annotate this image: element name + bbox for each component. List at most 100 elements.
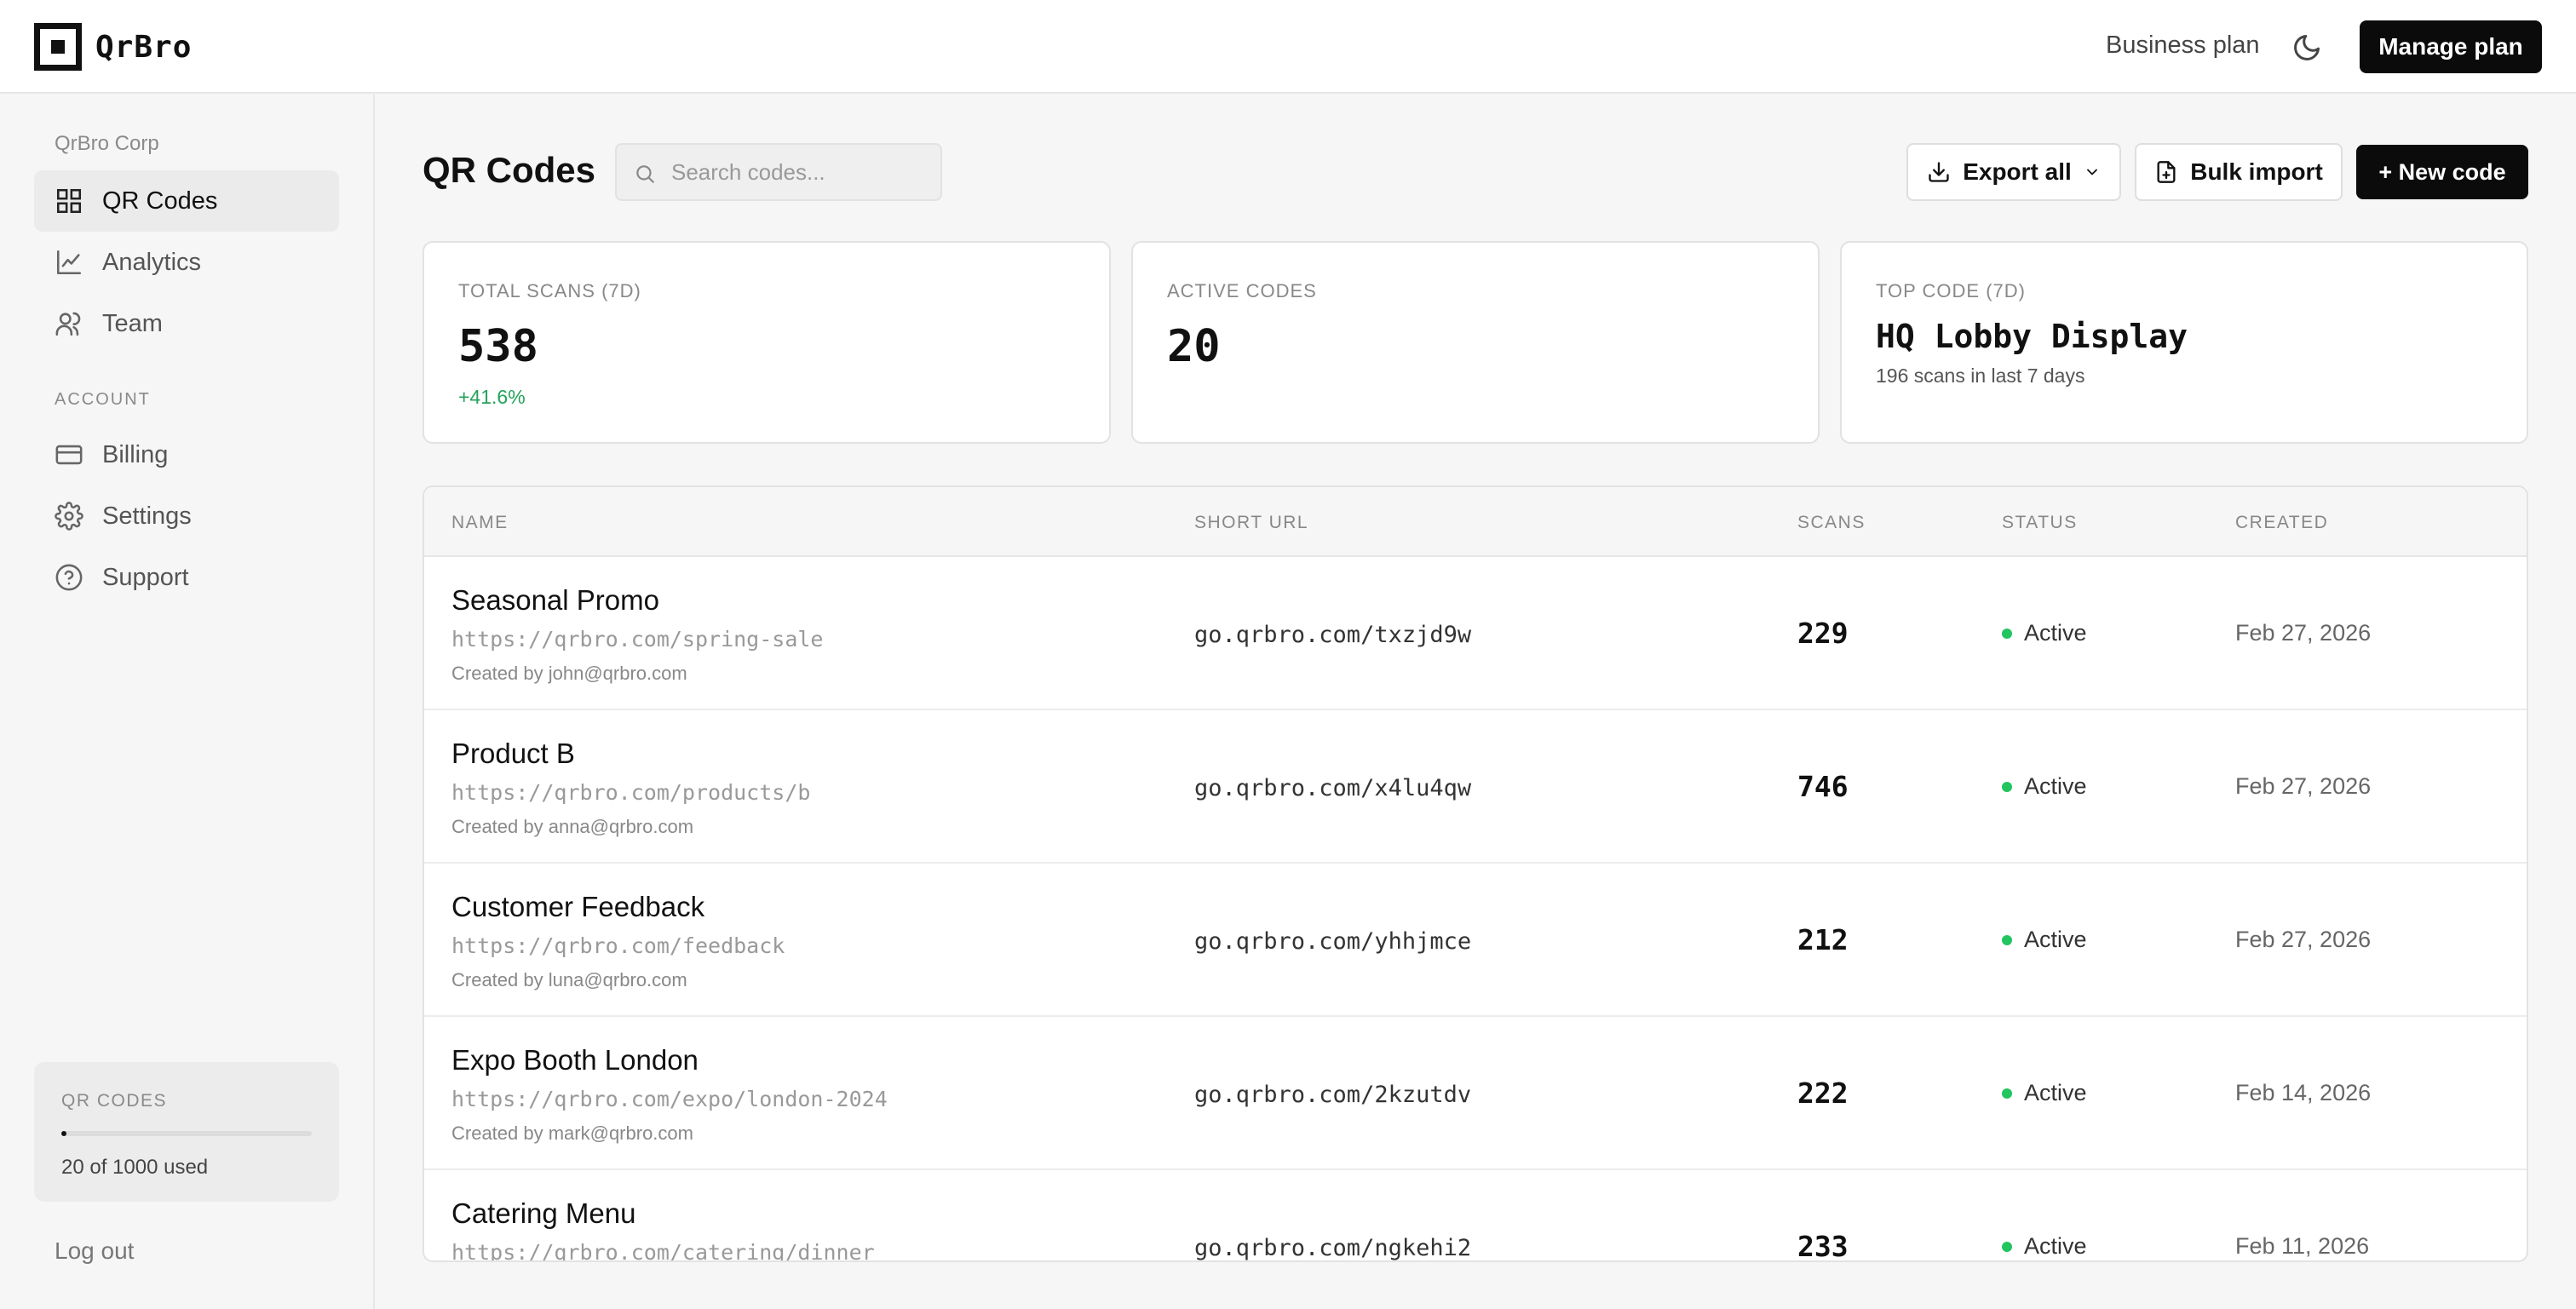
users-icon bbox=[55, 312, 81, 336]
scan-count: 222 bbox=[1797, 1076, 1849, 1110]
top-code-sub: 196 scans in last 7 days bbox=[1876, 365, 2085, 387]
scan-count: 212 bbox=[1797, 923, 1849, 956]
logout-link[interactable]: Log out bbox=[55, 1237, 134, 1265]
search-box bbox=[615, 143, 942, 201]
sidebar-item-team[interactable]: Team bbox=[34, 293, 339, 354]
created-date: Feb 27, 2026 bbox=[2235, 773, 2372, 799]
short-url[interactable]: go.qrbro.com/yhhjmce bbox=[1194, 928, 1471, 955]
top-code-name[interactable]: HQ Lobby Display bbox=[1876, 318, 2188, 355]
section-label-account: ACCOUNT bbox=[55, 390, 151, 409]
status-text: Active bbox=[2024, 773, 2087, 799]
created-date: Feb 14, 2026 bbox=[2235, 1080, 2372, 1105]
status-text: Active bbox=[2024, 927, 2087, 952]
column-header-scans[interactable]: SCANS bbox=[1797, 513, 1866, 533]
search-input[interactable] bbox=[671, 145, 927, 199]
sidebar-item-billing[interactable]: Billing bbox=[34, 424, 339, 485]
search-icon bbox=[636, 165, 654, 183]
scan-count: 229 bbox=[1797, 617, 1849, 650]
table-row[interactable]: Expo Booth London https://qrbro.com/expo… bbox=[424, 1017, 2527, 1170]
status-dot-icon bbox=[2002, 781, 2012, 792]
status-dot-icon bbox=[2002, 1088, 2012, 1099]
creator-text: Created by mark@qrbro.com bbox=[451, 1122, 693, 1144]
table-header: NAME SHORT URL SCANS STATUS CREATED bbox=[424, 487, 2527, 557]
file-plus-icon bbox=[2157, 161, 2176, 183]
column-header-created[interactable]: CREATED bbox=[2235, 513, 2328, 533]
sidebar-item-analytics[interactable]: Analytics bbox=[34, 232, 339, 293]
stat-change: +41.6% bbox=[458, 386, 526, 408]
code-name: Seasonal Promo bbox=[451, 584, 659, 616]
export-all-label: Export all bbox=[1963, 158, 2072, 185]
status-text: Active bbox=[2024, 620, 2087, 646]
column-header-name[interactable]: NAME bbox=[451, 513, 509, 533]
table-row[interactable]: Catering Menu https://qrbro.com/catering… bbox=[424, 1170, 2527, 1262]
code-name: Expo Booth London bbox=[451, 1044, 699, 1076]
download-icon bbox=[1929, 162, 1949, 182]
status-dot-icon bbox=[2002, 934, 2012, 945]
status-dot-icon bbox=[2002, 628, 2012, 639]
help-circle-icon bbox=[55, 564, 83, 591]
scan-count: 746 bbox=[1797, 770, 1849, 803]
logo-text: QrBro bbox=[95, 29, 193, 65]
plan-label: Business plan bbox=[2106, 32, 2260, 59]
usage-progress-track bbox=[61, 1131, 312, 1136]
destination-url: https://qrbro.com/expo/london-2024 bbox=[451, 1087, 888, 1111]
created-date: Feb 11, 2026 bbox=[2235, 1233, 2370, 1259]
code-name: Product B bbox=[451, 738, 575, 769]
stat-label: TOTAL SCANS (7D) bbox=[458, 280, 641, 301]
status-badge: Active bbox=[2002, 620, 2087, 646]
bulk-import-button[interactable]: Bulk import bbox=[2135, 143, 2343, 201]
status-badge: Active bbox=[2002, 927, 2087, 953]
destination-url: https://qrbro.com/spring-sale bbox=[451, 627, 824, 652]
table-row[interactable]: Seasonal Promo https://qrbro.com/spring-… bbox=[424, 557, 2527, 710]
top-header: QrBro Business plan Manage plan bbox=[0, 0, 2576, 94]
stat-label: ACTIVE CODES bbox=[1167, 280, 1317, 301]
usage-text: 20 of 1000 used bbox=[61, 1156, 209, 1179]
short-url[interactable]: go.qrbro.com/txzjd9w bbox=[1194, 622, 1471, 648]
status-text: Active bbox=[2024, 1080, 2087, 1105]
short-url[interactable]: go.qrbro.com/2kzutdv bbox=[1194, 1082, 1471, 1108]
stat-value: 538 bbox=[458, 321, 538, 372]
export-all-button[interactable]: Export all bbox=[1906, 143, 2121, 201]
status-dot-icon bbox=[2002, 1241, 2012, 1252]
chevron-down-icon bbox=[2086, 169, 2097, 175]
column-header-short-url[interactable]: SHORT URL bbox=[1194, 513, 1308, 533]
grid-icon bbox=[56, 188, 82, 214]
sidebar-item-label: Settings bbox=[102, 502, 192, 530]
status-badge: Active bbox=[2002, 773, 2087, 800]
status-badge: Active bbox=[2002, 1233, 2087, 1260]
page-title: QR Codes bbox=[423, 150, 596, 190]
usage-progress-fill bbox=[61, 1131, 66, 1136]
logo[interactable]: QrBro bbox=[34, 23, 192, 71]
sidebar-item-label: Billing bbox=[102, 440, 169, 468]
created-date: Feb 27, 2026 bbox=[2235, 620, 2372, 646]
stat-card-top-code: TOP CODE (7D) HQ Lobby Display 196 scans… bbox=[1840, 241, 2528, 444]
short-url[interactable]: go.qrbro.com/x4lu4qw bbox=[1194, 775, 1471, 801]
stat-value: 20 bbox=[1167, 321, 1221, 372]
sidebar-item-settings[interactable]: Settings bbox=[34, 485, 339, 547]
sidebar-item-qr-codes[interactable]: QR Codes bbox=[34, 170, 339, 232]
table-row[interactable]: Product B https://qrbro.com/products/b C… bbox=[424, 710, 2527, 864]
manage-plan-button[interactable]: Manage plan bbox=[2360, 20, 2542, 73]
codes-table: NAME SHORT URL SCANS STATUS CREATED Seas… bbox=[423, 485, 2528, 1262]
org-name: QrBro Corp bbox=[55, 132, 159, 155]
creator-text: Created by luna@qrbro.com bbox=[451, 969, 687, 990]
logo-icon bbox=[34, 23, 82, 71]
sidebar-item-support[interactable]: Support bbox=[34, 547, 339, 608]
created-date: Feb 27, 2026 bbox=[2235, 927, 2372, 952]
code-name: Customer Feedback bbox=[451, 891, 705, 922]
new-code-button[interactable]: + New code bbox=[2356, 145, 2528, 199]
code-name: Catering Menu bbox=[451, 1197, 636, 1229]
destination-url: https://qrbro.com/catering/dinner bbox=[451, 1240, 875, 1262]
moon-icon[interactable] bbox=[2291, 32, 2322, 63]
gear-icon bbox=[55, 502, 83, 531]
table-row[interactable]: Customer Feedback https://qrbro.com/feed… bbox=[424, 864, 2527, 1017]
sidebar-item-label: Support bbox=[102, 563, 189, 591]
column-header-status[interactable]: STATUS bbox=[2002, 513, 2078, 533]
chart-icon bbox=[56, 250, 82, 275]
scan-count: 233 bbox=[1797, 1230, 1849, 1262]
status-text: Active bbox=[2024, 1233, 2087, 1259]
short-url[interactable]: go.qrbro.com/ngkehi2 bbox=[1194, 1235, 1471, 1260]
creator-text: Created by john@qrbro.com bbox=[451, 663, 687, 684]
creator-text: Created by anna@qrbro.com bbox=[451, 816, 694, 837]
bulk-import-label: Bulk import bbox=[2190, 158, 2323, 185]
